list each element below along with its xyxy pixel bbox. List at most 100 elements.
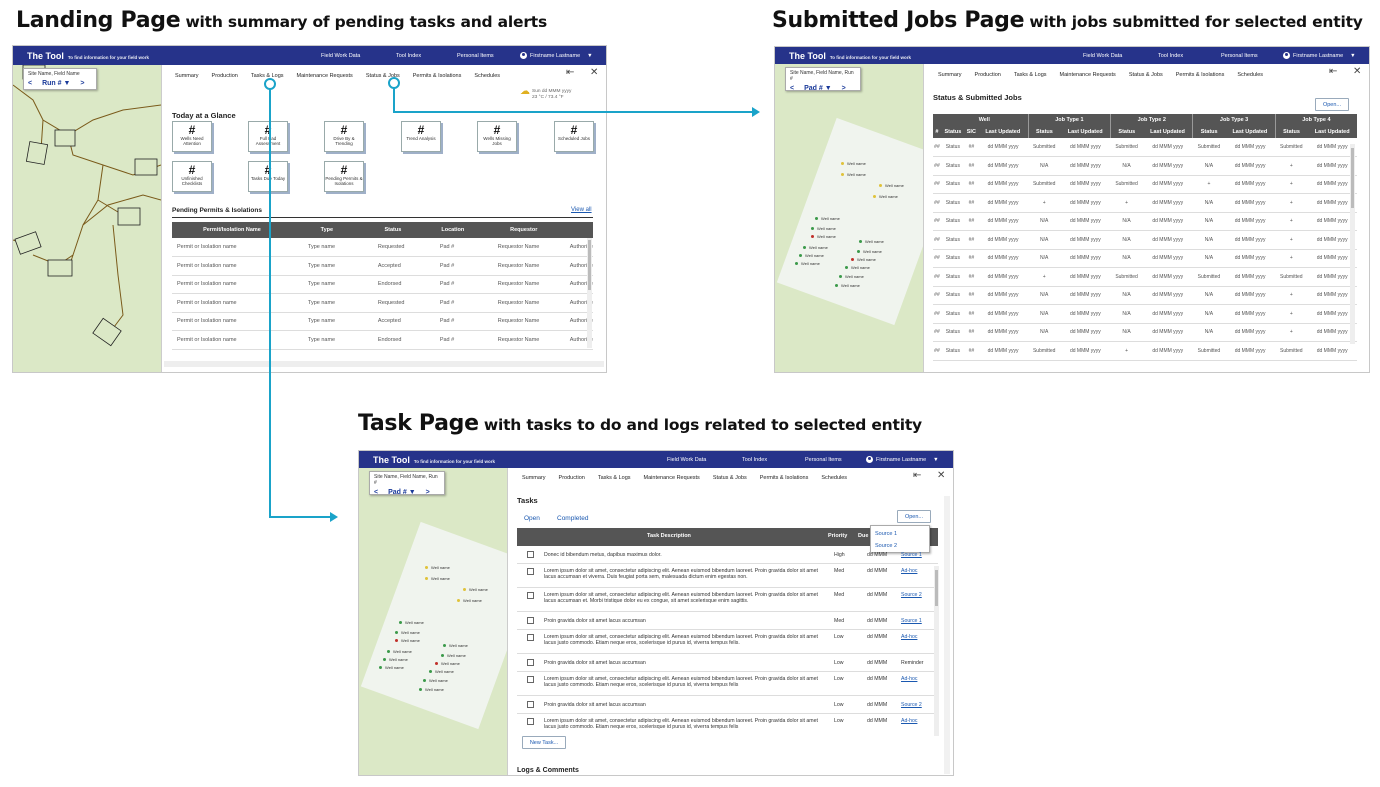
job-status-link[interactable]: + <box>1192 175 1225 194</box>
page-scrollbar[interactable] <box>944 496 950 774</box>
jobs-col-header[interactable]: Status <box>940 126 965 138</box>
well-marker[interactable]: Well name <box>463 587 488 592</box>
jobs-scrollbar[interactable] <box>1350 144 1355 344</box>
pad-selector[interactable]: Pad # ▼ <box>804 85 832 92</box>
task-source-link[interactable]: Source 2 <box>901 592 922 598</box>
tab-schedules[interactable]: Schedules <box>474 73 500 79</box>
tab-maintenance[interactable]: Maintenance Requests <box>644 475 700 481</box>
col-priority[interactable]: Priority <box>828 533 847 539</box>
permits-col-header[interactable]: Type <box>291 222 362 238</box>
permits-col-header[interactable]: Permit/Isolation Name <box>172 222 292 238</box>
app-brand[interactable]: The Tool To find information for your fie… <box>789 51 911 61</box>
job-status-link[interactable]: + <box>1275 249 1308 268</box>
job-status-link[interactable]: Submitted <box>1275 138 1308 157</box>
job-status-link[interactable]: Submitted <box>1192 138 1225 157</box>
permits-scrollbar[interactable] <box>587 238 592 348</box>
permits-col-header[interactable]: Location <box>423 222 482 238</box>
job-status-link[interactable]: + <box>1275 212 1308 231</box>
job-status-link[interactable]: + <box>1110 193 1143 213</box>
job-status-link[interactable]: Submitted <box>1028 138 1061 157</box>
glance-card[interactable]: # Wells Missing Jobs <box>477 121 517 152</box>
permits-col-header[interactable]: Status <box>361 222 424 238</box>
well-number-link[interactable]: ## <box>933 323 941 342</box>
permit-name-link[interactable]: Permit or Isolation name <box>172 293 292 313</box>
job-status-link[interactable]: + <box>1275 286 1308 305</box>
jobs-col-header[interactable]: Last Updated <box>1307 126 1357 138</box>
next-arrow-icon[interactable]: > <box>842 85 846 92</box>
well-marker[interactable]: Well name <box>425 576 450 581</box>
tab-production[interactable]: Production <box>212 73 238 79</box>
tab-permits[interactable]: Permits & Isolations <box>760 475 809 481</box>
export-icon[interactable]: ⇤ <box>1329 66 1337 77</box>
well-marker[interactable]: Well name <box>399 620 424 625</box>
map-view[interactable]: Well name Well name Well name Well name Well… <box>359 468 507 775</box>
jobs-col-header[interactable]: Last Updated <box>1060 126 1111 138</box>
well-number-link[interactable]: ## <box>933 267 941 287</box>
nav-field-work-data[interactable]: Field Work Data <box>1083 53 1122 59</box>
job-status-link[interactable]: + <box>1028 267 1061 287</box>
well-number-link[interactable]: ## <box>933 138 941 157</box>
well-marker[interactable]: Well name <box>841 172 866 177</box>
tab-maintenance[interactable]: Maintenance Requests <box>297 73 353 79</box>
task-checkbox[interactable] <box>527 718 534 725</box>
filter-open[interactable]: Open <box>524 515 540 522</box>
well-number-link[interactable]: ## <box>933 156 941 176</box>
task-source-link[interactable]: Ad-hoc <box>901 718 917 724</box>
close-icon[interactable]: ✕ <box>937 470 945 481</box>
well-number-link[interactable]: ## <box>933 175 941 194</box>
well-number-link[interactable]: ## <box>933 230 941 250</box>
well-marker[interactable]: Well name <box>859 239 884 244</box>
well-marker[interactable]: Well name <box>457 598 482 603</box>
next-arrow-icon[interactable]: > <box>80 80 84 87</box>
view-all-link[interactable]: View all <box>571 207 592 213</box>
prev-arrow-icon[interactable]: < <box>790 85 794 92</box>
well-marker[interactable]: Well name <box>857 249 882 254</box>
well-marker[interactable]: Well name <box>425 565 450 570</box>
well-marker[interactable]: Well name <box>845 265 870 270</box>
well-number-link[interactable]: ## <box>933 249 941 268</box>
job-status-link[interactable]: Submitted <box>1192 341 1225 361</box>
open-button[interactable]: Open... <box>897 510 931 523</box>
jobs-col-header[interactable]: Last Updated <box>1142 126 1193 138</box>
task-checkbox[interactable] <box>527 568 534 575</box>
tab-permits[interactable]: Permits & Isolations <box>1176 72 1225 78</box>
col-due[interactable]: Due <box>858 533 868 539</box>
jobs-col-header[interactable]: Status <box>1274 126 1308 138</box>
col-task-description[interactable]: Task Description <box>647 533 691 539</box>
well-number-link[interactable]: ## <box>933 341 941 361</box>
permit-name-link[interactable]: Permit or Isolation name <box>172 312 292 331</box>
permits-col-header[interactable] <box>565 222 593 238</box>
task-checkbox[interactable] <box>527 701 534 708</box>
glance-card[interactable]: # Scheduled Jobs <box>554 121 594 152</box>
job-status-link[interactable]: Submitted <box>1110 138 1143 157</box>
nav-personal-items[interactable]: Personal Items <box>805 457 842 463</box>
nav-tool-index[interactable]: Tool Index <box>742 457 767 463</box>
permit-name-link[interactable]: Permit or Isolation name <box>172 238 292 257</box>
jobs-col-header[interactable]: Status <box>1110 126 1143 138</box>
new-task-button[interactable]: New Task... <box>522 736 566 749</box>
well-marker[interactable]: Well name <box>799 253 824 258</box>
next-arrow-icon[interactable]: > <box>426 489 430 496</box>
nav-field-work-data[interactable]: Field Work Data <box>667 457 706 463</box>
job-status-link[interactable]: Submitted <box>1192 267 1225 287</box>
tab-status-jobs[interactable]: Status & Jobs <box>1129 72 1163 78</box>
close-icon[interactable]: ✕ <box>590 67 598 78</box>
task-checkbox[interactable] <box>527 551 534 558</box>
well-marker[interactable]: Well name <box>395 638 420 643</box>
job-status-link[interactable]: Submitted <box>1275 267 1308 287</box>
export-icon[interactable]: ⇤ <box>913 470 921 481</box>
nav-field-work-data[interactable]: Field Work Data <box>321 53 360 59</box>
well-marker[interactable]: Well name <box>815 216 840 221</box>
map-view[interactable]: Site Name, Field Name < Run # ▼ > <box>13 65 161 372</box>
job-status-link[interactable]: Submitted <box>1028 175 1061 194</box>
well-marker[interactable]: Well name <box>873 194 898 199</box>
tab-maintenance[interactable]: Maintenance Requests <box>1060 72 1116 78</box>
close-icon[interactable]: ✕ <box>1353 66 1361 77</box>
map-view[interactable]: Well name Well name Well name Well name Well… <box>775 64 923 372</box>
well-marker[interactable]: Well name <box>441 653 466 658</box>
well-marker[interactable]: Well name <box>387 649 412 654</box>
task-checkbox[interactable] <box>527 617 534 624</box>
tab-summary[interactable]: Summary <box>938 72 962 78</box>
well-number-link[interactable]: ## <box>933 212 941 231</box>
well-number-link[interactable]: ## <box>933 193 941 213</box>
